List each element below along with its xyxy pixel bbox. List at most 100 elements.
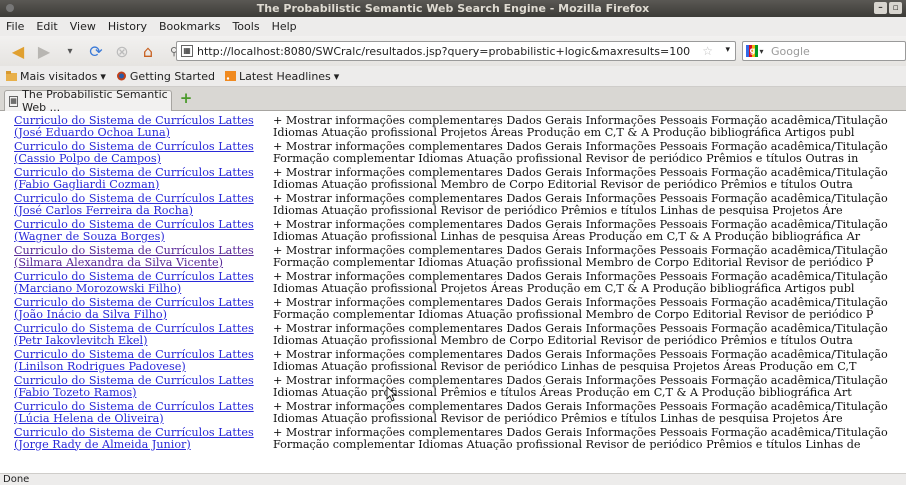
result-description: + Mostrar informações complementares Dad… [273, 297, 903, 320]
result-title[interactable]: Curriculo do Sistema de Currículos Latte… [14, 349, 264, 361]
bookmark-latest-headlines[interactable]: Latest Headlines ▾ [224, 69, 339, 83]
result-description-line: Idiomas Atuação profissional Revisor de … [273, 203, 843, 216]
result-row: Curriculo do Sistema de Currículos Latte… [0, 297, 906, 320]
result-title[interactable]: Curriculo do Sistema de Currículos Latte… [14, 219, 264, 231]
menu-file[interactable]: File [6, 20, 24, 33]
result-link[interactable]: Curriculo do Sistema de Currículos Latte… [14, 245, 264, 268]
window-title: The Probabilistic Semantic Web Search En… [256, 2, 650, 15]
result-description-line: + Mostrar informações complementares Dad… [273, 349, 888, 361]
result-description-line: Formação complementar Idiomas Atuação pr… [273, 255, 874, 268]
result-person[interactable]: (João Inácio da Silva Filho) [14, 308, 264, 321]
result-title[interactable]: Curriculo do Sistema de Currículos Latte… [14, 141, 264, 153]
result-link[interactable]: Curriculo do Sistema de Currículos Latte… [14, 219, 264, 242]
back-icon[interactable]: ◀ [8, 41, 28, 61]
bookmark-getting-started[interactable]: Getting Started [116, 70, 215, 83]
bookmark-star-icon[interactable]: ☆ [702, 44, 713, 58]
menu-bookmarks[interactable]: Bookmarks [159, 20, 220, 33]
url-dropdown-icon[interactable]: ▾ [725, 45, 730, 55]
result-title[interactable]: Curriculo do Sistema de Currículos Latte… [14, 115, 264, 127]
result-description-line: Idiomas Atuação profissional Membro de C… [273, 333, 853, 346]
result-description-line: + Mostrar informações complementares Dad… [273, 323, 888, 335]
result-title[interactable]: Curriculo do Sistema de Currículos Latte… [14, 375, 264, 387]
result-person[interactable]: (Silmara Alexandra da Silva Vicente) [14, 256, 264, 269]
result-link[interactable]: Curriculo do Sistema de Currículos Latte… [14, 349, 264, 372]
result-person[interactable]: (Linilson Rodrigues Padovese) [14, 360, 264, 373]
stop-icon[interactable]: ⊗ [112, 41, 132, 61]
google-icon: g [746, 45, 759, 57]
search-input[interactable]: g ▾ Google [742, 41, 906, 61]
folder-icon [6, 71, 17, 81]
result-title[interactable]: Curriculo do Sistema de Currículos Latte… [14, 167, 264, 179]
reload-icon[interactable]: ⟳ [86, 41, 106, 61]
menu-help[interactable]: Help [272, 20, 297, 33]
result-person[interactable]: (José Carlos Ferreira da Rocha) [14, 204, 264, 217]
window-menu-icon[interactable] [6, 4, 14, 12]
bookmark-label: Mais visitados [20, 69, 98, 83]
result-person[interactable]: (Lúcia Helena de Oliveira) [14, 412, 264, 425]
result-row: Curriculo do Sistema de Currículos Latte… [0, 349, 906, 372]
search-engine-selector[interactable]: g ▾ [743, 42, 767, 60]
result-person[interactable]: (Jorge Rady de Almeida Junior) [14, 438, 264, 451]
result-link[interactable]: Curriculo do Sistema de Currículos Latte… [14, 427, 264, 450]
result-link[interactable]: Curriculo do Sistema de Currículos Latte… [14, 297, 264, 320]
result-row: Curriculo do Sistema de Currículos Latte… [0, 271, 906, 294]
result-description: + Mostrar informações complementares Dad… [273, 219, 903, 242]
menu-bar: File Edit View History Bookmarks Tools H… [0, 17, 906, 36]
result-title[interactable]: Curriculo do Sistema de Currículos Latte… [14, 427, 264, 439]
result-title[interactable]: Curriculo do Sistema de Currículos Latte… [14, 323, 264, 335]
new-tab-icon[interactable]: + [178, 90, 194, 106]
result-person[interactable]: (Fabio Gagliardi Cozman) [14, 178, 264, 191]
bookmarks-toolbar: Mais visitados ▾ Getting Started Latest H… [0, 66, 906, 87]
result-link[interactable]: Curriculo do Sistema de Currículos Latte… [14, 167, 264, 190]
result-description: + Mostrar informações complementares Dad… [273, 323, 903, 346]
result-description-line: Idiomas Atuação profissional Revisor de … [273, 411, 843, 424]
maximize-icon[interactable]: ▫ [889, 2, 902, 14]
result-description-line: Formação complementar Idiomas Atuação pr… [273, 307, 874, 320]
home-icon[interactable]: ⌂ [138, 41, 158, 61]
result-link[interactable]: Curriculo do Sistema de Currículos Latte… [14, 193, 264, 216]
result-title[interactable]: Curriculo do Sistema de Currículos Latte… [14, 193, 264, 205]
result-title[interactable]: Curriculo do Sistema de Currículos Latte… [14, 271, 264, 283]
result-title[interactable]: Curriculo do Sistema de Currículos Latte… [14, 297, 264, 309]
result-link[interactable]: Curriculo do Sistema de Currículos Latte… [14, 375, 264, 398]
result-person[interactable]: (Petr Iakovlevitch Ekel) [14, 334, 264, 347]
result-person[interactable]: (Fabio Tozeto Ramos) [14, 386, 264, 399]
status-text: Done [3, 474, 30, 485]
result-link[interactable]: Curriculo do Sistema de Currículos Latte… [14, 401, 264, 424]
result-description-line: Formação complementar Idiomas Atuação pr… [273, 437, 861, 450]
minimize-icon[interactable]: – [874, 2, 887, 14]
result-description-line: + Mostrar informações complementares Dad… [273, 193, 888, 205]
result-row: Curriculo do Sistema de Currículos Latte… [0, 219, 906, 242]
menu-tools[interactable]: Tools [232, 20, 259, 33]
result-person[interactable]: (Cassio Polpo de Campos) [14, 152, 264, 165]
result-description: + Mostrar informações complementares Dad… [273, 245, 903, 268]
result-description-line: + Mostrar informações complementares Dad… [273, 141, 888, 153]
tab-bar: ▦ The Probabilistic Semantic Web ... + [0, 87, 906, 114]
tab-active[interactable]: ▦ The Probabilistic Semantic Web ... [4, 88, 172, 114]
result-title[interactable]: Curriculo do Sistema de Currículos Latte… [14, 245, 264, 257]
result-person[interactable]: (Wagner de Souza Borges) [14, 230, 264, 243]
result-person[interactable]: (Marciano Morozowski Filho) [14, 282, 264, 295]
menu-history[interactable]: History [108, 20, 147, 33]
result-link[interactable]: Curriculo do Sistema de Currículos Latte… [14, 271, 264, 294]
result-description: + Mostrar informações complementares Dad… [273, 401, 903, 424]
bookmark-mais-visitados[interactable]: Mais visitados ▾ [6, 70, 106, 83]
result-row: Curriculo do Sistema de Currículos Latte… [0, 401, 906, 424]
window-titlebar: The Probabilistic Semantic Web Search En… [0, 0, 906, 17]
page-favicon-icon: ▦ [9, 95, 19, 107]
result-description-line: + Mostrar informações complementares Dad… [273, 219, 888, 231]
forward-icon[interactable]: ▶ [34, 41, 54, 61]
result-description-line: + Mostrar informações complementares Dad… [273, 297, 888, 309]
history-dropdown-icon[interactable]: ▾ [60, 41, 80, 61]
result-link[interactable]: Curriculo do Sistema de Currículos Latte… [14, 141, 264, 164]
result-description-line: + Mostrar informações complementares Dad… [273, 115, 888, 127]
result-description: + Mostrar informações complementares Dad… [273, 193, 903, 216]
result-person[interactable]: (José Eduardo Ochoa Luna) [14, 126, 264, 139]
url-input[interactable]: ▦ http://localhost:8080/SWCralc/resultad… [176, 41, 736, 61]
menu-edit[interactable]: Edit [36, 20, 57, 33]
bookmark-label: Latest Headlines [238, 69, 331, 83]
result-title[interactable]: Curriculo do Sistema de Currículos Latte… [14, 401, 264, 413]
result-link[interactable]: Curriculo do Sistema de Currículos Latte… [14, 323, 264, 346]
result-link[interactable]: Curriculo do Sistema de Currículos Latte… [14, 115, 264, 138]
menu-view[interactable]: View [70, 20, 96, 33]
